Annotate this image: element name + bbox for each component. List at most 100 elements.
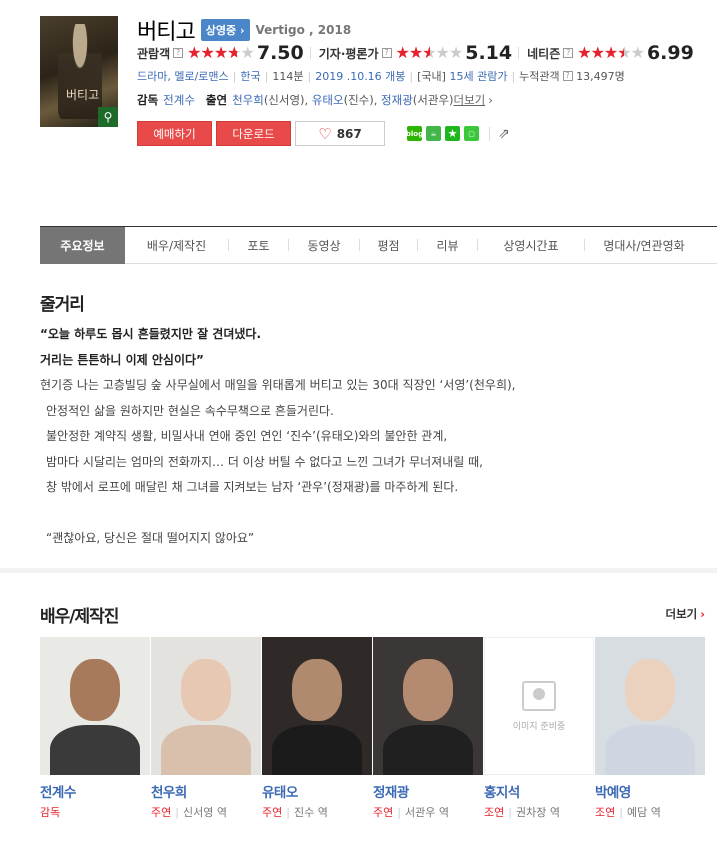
- divider: |: [232, 69, 237, 83]
- cast-list: 전계수 감독 천우희 주연 | 신서영 역 유태오 주연 | 진수 역 정재광 주연 | 서…: [40, 637, 705, 820]
- tab-rating[interactable]: 평점: [360, 227, 417, 264]
- tab-showtimes[interactable]: 상영시간표: [478, 227, 584, 264]
- divider: [309, 47, 311, 59]
- star-share-icon[interactable]: ★: [445, 126, 460, 141]
- chevron-right-icon: ›: [488, 93, 493, 107]
- share-icon[interactable]: ⇗: [498, 126, 514, 142]
- divider: [518, 47, 520, 59]
- section-divider: [0, 568, 717, 573]
- person-photo[interactable]: 이미지 준비중: [484, 637, 594, 775]
- photo-silhouette: [161, 725, 251, 775]
- synopsis-line: 불안정한 계약직 생활, 비밀사내 연애 중인 연인 ‘진수’(유태오)와의 불…: [46, 429, 448, 443]
- like-button[interactable]: ♡ 867: [295, 121, 385, 146]
- divider: |: [619, 806, 623, 819]
- rating-score: 7.50: [256, 42, 304, 64]
- cast-card[interactable]: 정재광 주연 | 서관우 역: [373, 637, 483, 820]
- person-name[interactable]: 유태오: [262, 781, 372, 801]
- help-icon[interactable]: ?: [562, 71, 573, 81]
- person-name[interactable]: 정재광: [373, 781, 483, 801]
- rating-score: 6.99: [646, 42, 694, 64]
- divider: |: [409, 69, 414, 83]
- synopsis-heading: 줄거리: [40, 295, 85, 315]
- rating-row: 관람객 ? ★★★★★★★★★★ 7.50 기자·평론가 ? ★★★★★★★★★…: [137, 42, 700, 64]
- cafe-share-icon[interactable]: ☕: [426, 126, 441, 141]
- info-row: 드라마, 멜로/로맨스 | 한국 | 114분 | 2019 .10.16 개봉…: [137, 68, 625, 84]
- band-share-icon[interactable]: ▢: [464, 126, 479, 141]
- person-photo[interactable]: [595, 637, 705, 775]
- cast-card[interactable]: 유태오 주연 | 진수 역: [262, 637, 372, 820]
- divider: |: [508, 806, 512, 819]
- role-type: 주연: [151, 806, 172, 819]
- synopsis-line: 밤마다 시달리는 엄마의 전화까지… 더 이상 버틸 수 없다고 느낀 그녀가 …: [46, 454, 483, 469]
- help-icon[interactable]: ?: [173, 48, 184, 58]
- photo-silhouette: [50, 725, 140, 775]
- photo-silhouette: [383, 725, 473, 775]
- cast-card[interactable]: 박예영 조연 | 예담 역: [595, 637, 705, 820]
- cast-link[interactable]: 천우희: [232, 92, 264, 108]
- cast-role: (신서영): [263, 93, 305, 107]
- role-name: 신서영 역: [182, 806, 227, 819]
- cast-role: (서관우): [412, 93, 454, 107]
- person-name[interactable]: 홍지석: [484, 781, 594, 801]
- tab-review[interactable]: 리뷰: [418, 227, 477, 264]
- rating-score: 5.14: [465, 42, 513, 64]
- synopsis-line: “괜찮아요, 당신은 절대 떨어지지 않아요”: [46, 531, 255, 545]
- status-badge[interactable]: 상영중 ›: [200, 19, 250, 41]
- age-rating[interactable]: 15세 관람가: [449, 68, 507, 84]
- tab-cast[interactable]: 배우/제작진: [125, 227, 228, 264]
- person-name[interactable]: 천우희: [151, 781, 261, 801]
- role-name: 진수 역: [293, 806, 328, 819]
- audience-label: 누적관객: [519, 70, 560, 83]
- audience-count: 13,497명: [576, 70, 625, 83]
- tab-photo[interactable]: 포토: [229, 227, 288, 264]
- divider: |: [397, 806, 401, 819]
- director-label: 감독: [137, 93, 159, 107]
- country-link[interactable]: 한국: [240, 68, 260, 84]
- share-icons: blog ☕ ★ ▢ ⇗: [406, 126, 514, 142]
- release-date[interactable]: 2019 .10.16 개봉: [315, 68, 405, 84]
- rating-region: [국내]: [417, 70, 446, 83]
- rating-label: 네티즌: [527, 46, 561, 61]
- cast-link[interactable]: 유태오: [312, 92, 344, 108]
- tab-video[interactable]: 동영상: [289, 227, 359, 264]
- genre-link[interactable]: 드라마, 멜로/로맨스: [137, 68, 229, 84]
- role-type: 조연: [595, 806, 616, 819]
- rating-label: 기자·평론가: [318, 46, 379, 61]
- download-button[interactable]: 다운로드: [216, 121, 291, 146]
- cast-card[interactable]: 천우희 주연 | 신서영 역: [151, 637, 261, 820]
- tab-quotes[interactable]: 명대사/연관영화: [585, 227, 703, 264]
- poster-title: 버티고: [66, 88, 100, 102]
- person-photo[interactable]: [40, 637, 150, 775]
- credits-row: 감독 전계수 출연 천우희 (신서영), 유태오 (진수), 정재광 (서관우) 더보…: [137, 92, 493, 108]
- photo-silhouette: [605, 725, 695, 775]
- heart-icon: ♡: [318, 124, 332, 143]
- cast-label: 출연: [205, 93, 228, 107]
- rating-netizen: 네티즌 ? ★★★★★★★★★★ 6.99: [527, 42, 694, 64]
- person-role: 주연 | 서관우 역: [373, 804, 483, 820]
- role-type: 감독: [40, 806, 61, 819]
- person-name[interactable]: 박예영: [595, 781, 705, 801]
- cast-link[interactable]: 정재광: [381, 92, 413, 108]
- help-icon[interactable]: ?: [563, 48, 574, 58]
- magnifier-icon[interactable]: ⚲: [98, 107, 118, 127]
- person-photo[interactable]: [262, 637, 372, 775]
- cast-heading: 배우/제작진: [40, 607, 119, 627]
- synopsis-line: [40, 501, 700, 527]
- cast-card[interactable]: 전계수 감독: [40, 637, 150, 820]
- cast-more-link[interactable]: 더보기 ›: [666, 606, 706, 622]
- movie-poster[interactable]: 버티고 ⚲: [40, 16, 118, 127]
- person-name[interactable]: 전계수: [40, 781, 150, 801]
- director-link[interactable]: 전계수: [163, 92, 195, 108]
- rating-audience: 관람객 ? ★★★★★★★★★★ 7.50: [137, 42, 304, 64]
- reserve-button[interactable]: 예매하기: [137, 121, 212, 146]
- help-icon[interactable]: ?: [381, 48, 392, 58]
- cast-card[interactable]: 이미지 준비중 홍지석 조연 | 권차장 역: [484, 637, 594, 820]
- person-photo[interactable]: [373, 637, 483, 775]
- photo-silhouette: [625, 659, 675, 721]
- blog-share-icon[interactable]: blog: [406, 126, 423, 141]
- credits-more-link[interactable]: 더보기: [454, 92, 486, 108]
- divider: |: [307, 69, 312, 83]
- role-type: 조연: [484, 806, 505, 819]
- person-photo[interactable]: [151, 637, 261, 775]
- tab-main-info[interactable]: 주요정보: [40, 226, 125, 264]
